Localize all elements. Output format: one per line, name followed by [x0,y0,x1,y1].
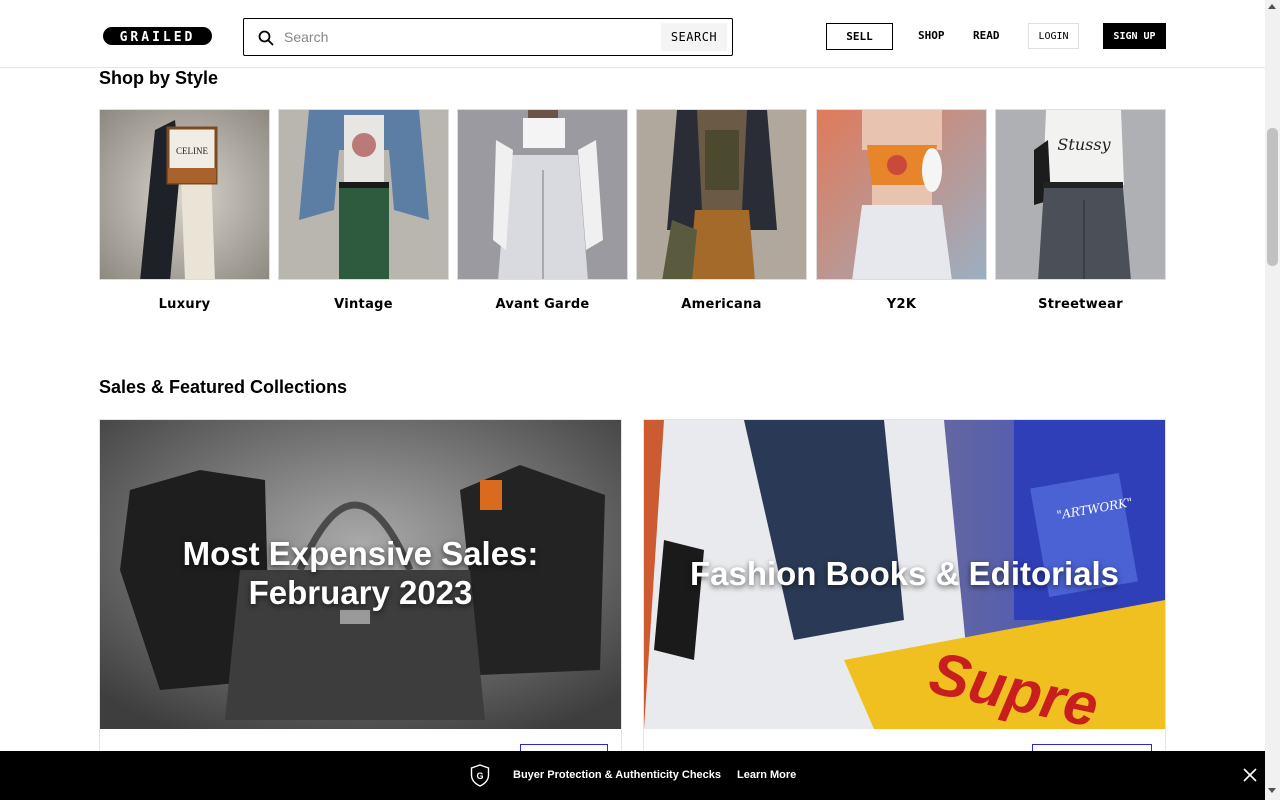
svg-text:Stussy: Stussy [1057,135,1111,154]
nav-shop-link[interactable]: SHOP [918,29,945,42]
style-label: Y2K [886,297,917,312]
style-image-y2k [816,109,987,280]
style-label: Vintage [334,297,393,312]
style-image-americana [636,109,807,280]
shop-by-style-heading: Shop by Style [99,68,219,88]
collection-card-fashion-books[interactable]: "ARTWORK" Supre Fashion Books & Editoria… [643,419,1166,800]
close-icon[interactable] [1243,768,1257,782]
style-tile-y2k[interactable]: Y2K [816,109,987,319]
style-image-avant-garde [457,109,628,280]
nav-read-link[interactable]: READ [973,29,1000,42]
style-tile-avant-garde[interactable]: Avant Garde [457,109,628,319]
style-tile-americana[interactable]: Americana [636,109,807,319]
grailed-logo[interactable]: GRAILED [103,27,212,45]
signup-button[interactable]: SIGN UP [1103,23,1166,49]
svg-text:CELINE: CELINE [176,146,208,156]
scrollbar-thumb[interactable] [1267,128,1278,266]
shield-icon: G [470,764,490,787]
style-image-streetwear: Stussy [995,109,1166,280]
collections-heading: Sales & Featured Collections [99,377,348,397]
scroll-down-arrow-icon[interactable] [1268,788,1276,793]
site-header: GRAILED SEARCH SELL SHOP READ LOGIN SIGN… [0,0,1265,68]
collection-title: Most Expensive Sales: [182,535,539,572]
search-button[interactable]: SEARCH [661,23,727,51]
style-image-luxury: CELINE [99,109,270,280]
collection-title-line2: February 2023 [248,574,473,611]
collection-card-expensive-sales[interactable]: Most Expensive Sales: February 2023 [99,419,622,800]
style-tile-luxury[interactable]: CELINE Luxury [99,109,270,319]
search-input[interactable] [284,25,684,49]
style-image-vintage [278,109,449,280]
collection-title: Fashion Books & Editorials [689,555,1120,592]
sell-button[interactable]: SELL [826,23,893,50]
style-label: Americana [681,297,762,312]
svg-text:G: G [476,771,483,781]
style-label: Avant Garde [495,297,590,312]
search-icon [258,30,274,46]
search-bar: SEARCH [243,18,733,56]
scroll-up-arrow-icon[interactable] [1268,4,1276,9]
style-label: Streetwear [1038,297,1123,312]
style-tile-streetwear[interactable]: Stussy Streetwear [995,109,1166,319]
svg-text:GRAILED: GRAILED [120,30,196,45]
learn-more-link[interactable]: Learn More [737,769,796,781]
login-button[interactable]: LOGIN [1028,23,1079,49]
banner-text: Buyer Protection & Authenticity Checks [513,769,722,781]
style-tile-vintage[interactable]: Vintage [278,109,449,319]
page-scrollbar[interactable] [1265,0,1280,800]
style-label: Luxury [158,297,211,312]
buyer-protection-banner: G Buyer Protection & Authenticity Checks… [0,751,1265,800]
